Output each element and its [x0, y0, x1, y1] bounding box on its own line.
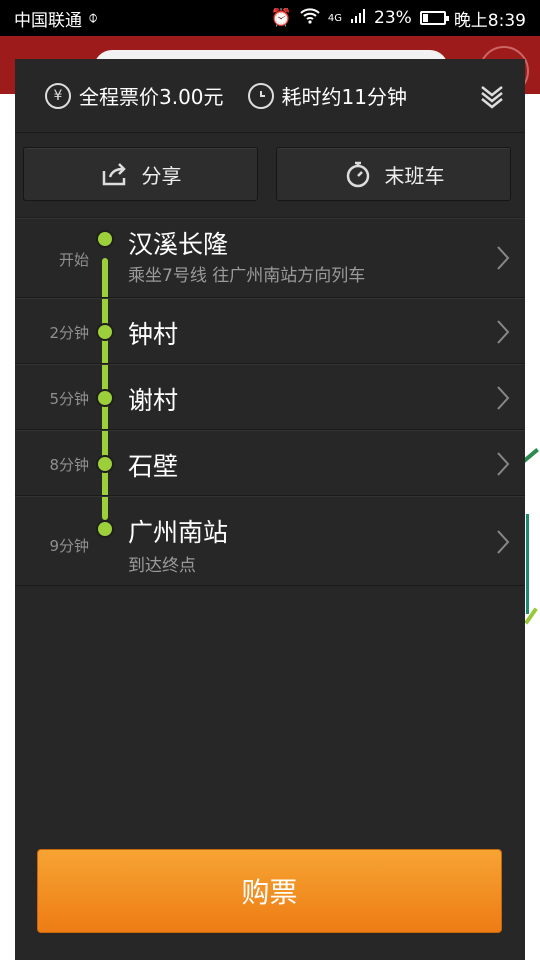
battery-percent: 23%	[374, 8, 412, 28]
stopwatch-icon	[346, 161, 369, 188]
stop-name: 石壁	[128, 452, 179, 481]
action-buttons: 分享 末班车	[15, 133, 525, 218]
stop-subtitle: 到达终点	[128, 556, 196, 576]
duration-text: 耗时约11分钟	[281, 85, 407, 109]
last-train-label: 末班车	[384, 163, 445, 188]
signal-icon	[350, 8, 366, 29]
chevron-right-icon	[497, 386, 510, 410]
stop-name: 谢村	[128, 386, 179, 415]
stop-dot	[98, 457, 112, 471]
route-panel: ¥ 全程票价3.00元 耗时约11分钟 分享 末班车 开始 汉溪长隆 乘坐7号线…	[15, 59, 525, 960]
clock-icon	[247, 82, 274, 109]
carrier-label: 中国联通	[14, 10, 82, 31]
buy-ticket-button[interactable]: 购票	[37, 849, 502, 933]
stop-subtitle: 乘坐7号线 往广州南站方向列车	[128, 266, 366, 286]
chevron-right-icon	[497, 246, 510, 270]
network-label: 4G	[327, 12, 343, 24]
status-bar: 中国联通 ⌽ ⏰ 4G 23% 晚上8:39	[0, 0, 540, 36]
double-chevron-down-icon	[481, 85, 503, 109]
last-train-button[interactable]: 末班车	[276, 147, 511, 201]
share-icon	[102, 163, 126, 186]
stop-row[interactable]: 9分钟 广州南站 到达终点	[15, 496, 525, 586]
collapse-button[interactable]	[477, 81, 507, 111]
stop-time: 5分钟	[49, 390, 89, 408]
share-button[interactable]: 分享	[23, 147, 258, 201]
stop-row[interactable]: 5分钟 谢村	[15, 364, 525, 430]
fare-text: 全程票价3.00元	[79, 85, 224, 109]
stop-time: 开始	[58, 251, 89, 269]
wifi-icon	[300, 7, 320, 29]
clock: 晚上8:39	[453, 10, 526, 31]
stop-list: 开始 汉溪长隆 乘坐7号线 往广州南站方向列车 2分钟 钟村 5分钟 谢村 8分…	[15, 218, 525, 586]
stop-name: 汉溪长隆	[128, 230, 229, 259]
stop-row[interactable]: 8分钟 石壁	[15, 430, 525, 496]
stop-time: 9分钟	[49, 537, 89, 555]
fare-info: ¥ 全程票价3.00元	[45, 81, 224, 110]
chevron-right-icon	[497, 452, 510, 476]
route-summary: ¥ 全程票价3.00元 耗时约11分钟	[15, 59, 525, 133]
chevron-right-icon	[497, 320, 510, 344]
battery-icon	[419, 11, 449, 25]
alarm-icon: ⏰	[270, 8, 292, 28]
chevron-right-icon	[497, 530, 510, 554]
stop-dot	[98, 522, 112, 536]
share-label: 分享	[141, 163, 182, 188]
stop-name: 钟村	[128, 320, 179, 349]
stop-name: 广州南站	[128, 518, 229, 547]
stop-time: 8分钟	[49, 456, 89, 474]
stop-dot	[98, 391, 112, 405]
stop-row[interactable]: 2分钟 钟村	[15, 298, 525, 364]
stop-time: 2分钟	[49, 324, 89, 342]
buy-ticket-label: 购票	[241, 876, 298, 909]
stop-dot	[98, 325, 112, 339]
yuan-icon: ¥	[45, 82, 71, 109]
duration-info: 耗时约11分钟	[247, 81, 407, 110]
stop-dot	[98, 232, 112, 246]
nfc-icon: ⌽	[88, 8, 99, 28]
map-line	[526, 514, 529, 614]
stop-row[interactable]: 开始 汉溪长隆 乘坐7号线 往广州南站方向列车	[15, 218, 525, 298]
